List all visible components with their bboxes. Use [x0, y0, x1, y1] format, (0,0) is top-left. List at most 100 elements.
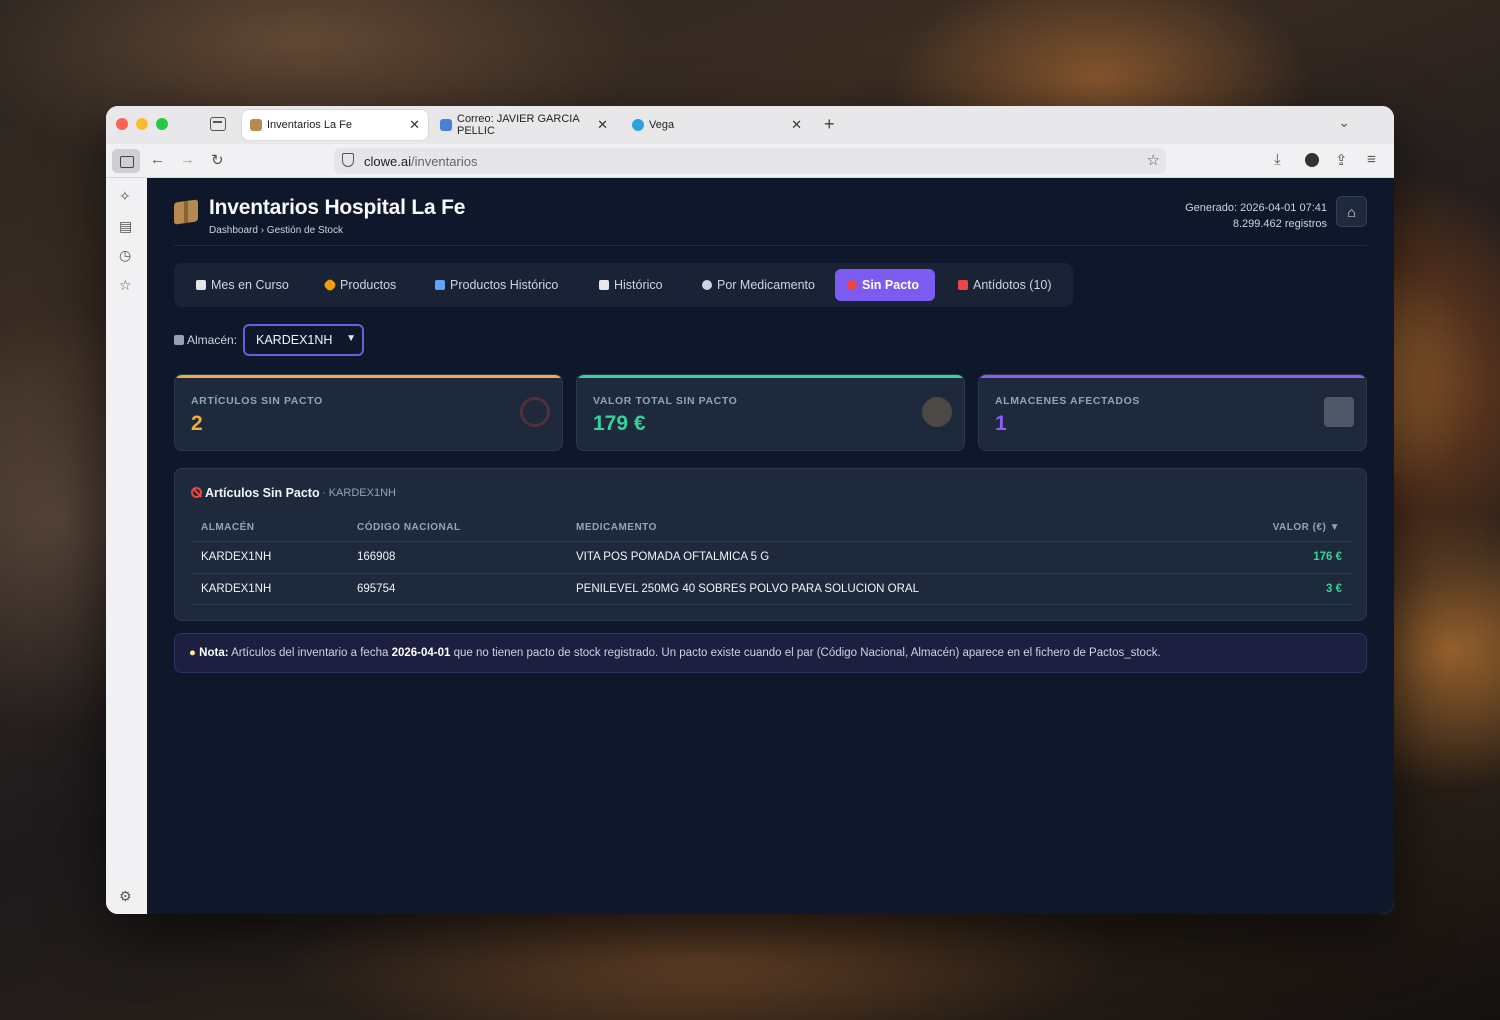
bookmarks-icon[interactable]: ☆ — [119, 277, 132, 294]
no-entry-icon — [847, 280, 857, 290]
menu-icon[interactable]: ≡ — [1367, 151, 1376, 168]
tab-label: Antídotos (10) — [973, 278, 1052, 292]
browser-sidebar: ✧ ▤ ◷ ☆ ⚙ — [106, 178, 147, 914]
table-row[interactable]: KARDEX1NH 166908 VITA POS POMADA OFTALMI… — [191, 541, 1352, 573]
tab-por-medicamento[interactable]: Por Medicamento — [690, 269, 827, 301]
close-tab-icon[interactable]: ✕ — [409, 117, 420, 133]
stat-card-valor: VALOR TOTAL SIN PACTO 179 € — [576, 374, 965, 451]
tab-productos-historico[interactable]: Productos Histórico — [423, 269, 570, 301]
close-tab-icon[interactable]: ✕ — [597, 117, 608, 133]
tab-label: Productos Histórico — [450, 278, 559, 292]
browser-tab-title: Inventarios La Fe — [267, 119, 352, 131]
new-tab-icon[interactable]: + — [824, 114, 835, 135]
share-icon[interactable]: ⇪ — [1335, 151, 1348, 169]
sin-pacto-table-panel: Artículos Sin Pacto · KARDEX1NH ALMACÉN … — [174, 468, 1367, 621]
column-header-almacen[interactable]: ALMACÉN — [201, 522, 255, 533]
siren-icon — [958, 280, 968, 290]
tab-label: Mes en Curso — [211, 278, 289, 292]
tab-mes-en-curso[interactable]: Mes en Curso — [184, 269, 301, 301]
tab-productos[interactable]: Productos — [313, 269, 408, 301]
box-icon — [174, 199, 198, 225]
bookmark-star-icon[interactable]: ☆ — [1147, 151, 1160, 169]
tab-label: Sin Pacto — [862, 278, 919, 292]
lightbulb-icon: ● — [189, 647, 196, 659]
no-entry-icon — [520, 397, 550, 427]
cell-codigo: 166908 — [357, 551, 396, 563]
url-host: clowe.ai — [364, 153, 411, 169]
filter-label-text: Almacén: — [187, 333, 238, 347]
close-window-button[interactable] — [116, 118, 128, 130]
tab-sin-pacto[interactable]: Sin Pacto — [835, 269, 935, 301]
column-header-valor[interactable]: VALOR (€) ▼ — [1273, 522, 1340, 533]
column-header-codigo[interactable]: CÓDIGO NACIONAL — [357, 522, 461, 533]
pill-icon — [322, 277, 338, 293]
section-tabs: Mes en Curso Productos Productos Históri… — [174, 263, 1073, 307]
settings-gear-icon[interactable]: ⚙ — [119, 888, 132, 905]
stat-card-articulos: ARTÍCULOS SIN PACTO 2 — [174, 374, 563, 451]
mail-icon — [440, 119, 452, 131]
record-count: 8.299.462 registros — [1232, 218, 1327, 230]
cell-medicamento: PENILEVEL 250MG 40 SOBRES POLVO PARA SOL… — [576, 583, 920, 595]
cell-valor: 3 € — [1326, 583, 1342, 595]
page-title: Inventarios Hospital La Fe — [209, 196, 466, 219]
sparkle-icon[interactable]: ✧ — [119, 188, 131, 205]
home-button[interactable]: ⌂ — [1336, 196, 1367, 227]
almacen-selected-value: KARDEX1NH — [256, 333, 333, 347]
cell-codigo: 695754 — [357, 583, 396, 595]
card-accent-bar — [577, 375, 964, 378]
tab-label: Por Medicamento — [717, 278, 815, 292]
app-header: Inventarios Hospital La Fe Dashboard › G… — [174, 196, 1367, 246]
cell-almacen: KARDEX1NH — [201, 583, 272, 595]
tab-label: Productos — [340, 278, 397, 292]
chevron-down-icon[interactable]: ⌄ — [1338, 114, 1350, 131]
money-bag-icon — [922, 397, 952, 427]
browser-tab-correo[interactable]: Correo: JAVIER GARCIA PELLIC ✕ — [432, 110, 616, 140]
column-header-medicamento[interactable]: MEDICAMENTO — [576, 522, 657, 533]
cell-valor: 176 € — [1313, 551, 1342, 563]
app-page: Inventarios Hospital La Fe Dashboard › G… — [147, 178, 1394, 914]
url-path: /inventarios — [410, 153, 478, 169]
info-note: ● Nota: Artículos del inventario a fecha… — [174, 633, 1367, 673]
card-value: 179 € — [593, 412, 646, 435]
shield-icon — [342, 153, 354, 167]
zoom-window-button[interactable] — [156, 118, 168, 130]
browser-window: Inventarios La Fe ✕ Correo: JAVIER GARCI… — [106, 106, 1394, 914]
card-accent-bar — [175, 375, 562, 378]
browser-tab-vega[interactable]: Vega ✕ — [624, 110, 810, 140]
note-text-2: que no tienen pacto de stock registrado.… — [453, 647, 1161, 659]
almacen-select[interactable]: KARDEX1NH ▼ — [243, 324, 364, 356]
tab-overview-icon[interactable] — [210, 117, 226, 131]
forward-icon[interactable]: → — [180, 151, 195, 168]
tab-antidotos[interactable]: Antídotos (10) — [946, 269, 1064, 301]
card-value: 2 — [191, 412, 203, 435]
cell-medicamento: VITA POS POMADA OFTALMICA 5 G — [576, 551, 770, 563]
browser-tab-inventarios[interactable]: Inventarios La Fe ✕ — [242, 110, 428, 140]
stat-card-almacenes: ALMACENES AFECTADOS 1 — [978, 374, 1367, 451]
tabs-icon[interactable]: ▤ — [119, 218, 132, 235]
almacen-filter-label: Almacén: — [174, 333, 237, 347]
browser-toolbar: ← → ↻ clowe.ai/inventarios ☆ ⤓ ⇪ ≡ — [106, 144, 1394, 178]
note-date: 2026-04-01 — [391, 647, 451, 659]
history-icon[interactable]: ◷ — [119, 247, 131, 264]
sidebar-toggle-icon[interactable] — [112, 149, 140, 173]
extension-icon[interactable] — [1305, 153, 1319, 167]
download-icon[interactable]: ⤓ — [1274, 151, 1281, 168]
card-label: VALOR TOTAL SIN PACTO — [593, 395, 738, 407]
browser-tab-title: Correo: JAVIER GARCIA PELLIC — [457, 113, 580, 137]
card-accent-bar — [979, 375, 1366, 378]
magnifier-icon — [702, 280, 712, 290]
home-icon: ⌂ — [1347, 203, 1356, 220]
close-tab-icon[interactable]: ✕ — [791, 117, 802, 133]
line-chart-icon — [599, 280, 609, 290]
table-row[interactable]: KARDEX1NH 695754 PENILEVEL 250MG 40 SOBR… — [191, 573, 1352, 605]
breadcrumb: Dashboard › Gestión de Stock — [209, 225, 343, 236]
back-icon[interactable]: ← — [150, 151, 165, 168]
table-title: Artículos Sin Pacto — [191, 486, 320, 500]
tab-historico[interactable]: Histórico — [587, 269, 675, 301]
minimize-window-button[interactable] — [136, 118, 148, 130]
url-bar[interactable]: clowe.ai/inventarios ☆ — [334, 148, 1166, 174]
hospital-icon — [1324, 397, 1354, 427]
card-label: ALMACENES AFECTADOS — [995, 395, 1140, 407]
note-text-1: Artículos del inventario a fecha — [231, 647, 389, 659]
reload-icon[interactable]: ↻ — [211, 151, 224, 169]
